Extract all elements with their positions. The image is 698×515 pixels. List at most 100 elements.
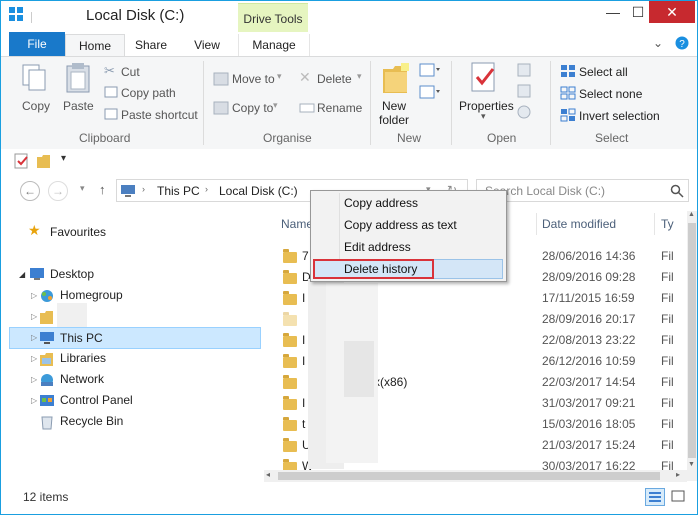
ribbon-tabs: File Home Share View Manage ⌄ ? bbox=[1, 32, 697, 57]
easy-access-icon[interactable] bbox=[419, 85, 441, 99]
this-pc-icon bbox=[40, 332, 54, 344]
paste-shortcut-button[interactable]: Paste shortcut bbox=[121, 108, 198, 122]
copy-to-button[interactable]: Copy to bbox=[232, 101, 273, 115]
tab-home[interactable]: Home bbox=[65, 34, 125, 57]
collapsed-arrow-icon[interactable]: ▷ bbox=[31, 333, 37, 342]
select-all-button[interactable]: Select all bbox=[579, 65, 628, 79]
history-icon[interactable] bbox=[517, 105, 535, 119]
new-folder-label-2[interactable]: folder bbox=[379, 113, 409, 127]
file-date: 28/09/2016 09:28 bbox=[542, 270, 636, 284]
collapsed-arrow-icon[interactable]: ▷ bbox=[31, 354, 37, 363]
move-to-button[interactable]: Move to bbox=[232, 72, 275, 86]
open-icon[interactable] bbox=[517, 63, 535, 77]
move-to-dropdown-icon[interactable]: ▾ bbox=[277, 71, 282, 82]
help-icon[interactable]: ? bbox=[675, 36, 689, 50]
maximize-button[interactable]: ☐ bbox=[627, 1, 649, 23]
column-header-date[interactable]: Date modified bbox=[542, 217, 616, 231]
nav-control-panel[interactable]: Control Panel bbox=[60, 390, 133, 410]
control-panel-icon bbox=[40, 395, 54, 406]
copy-to-dropdown-icon[interactable]: ▾ bbox=[273, 100, 278, 111]
breadcrumb-separator-icon[interactable]: › bbox=[142, 184, 145, 194]
minimize-button[interactable]: — bbox=[599, 1, 627, 23]
menu-item-copy-address[interactable]: Copy address bbox=[344, 193, 418, 213]
breadcrumb-this-pc[interactable]: This PC bbox=[157, 184, 200, 198]
horizontal-scroll-thumb[interactable] bbox=[278, 472, 660, 480]
tab-manage[interactable]: Manage bbox=[238, 34, 310, 56]
tab-file[interactable]: File bbox=[9, 32, 65, 56]
horizontal-scrollbar[interactable]: ◂ ▸ bbox=[264, 470, 687, 482]
details-view-button[interactable] bbox=[645, 488, 665, 506]
properties-small-icon[interactable] bbox=[14, 153, 30, 169]
svg-text:?: ? bbox=[679, 39, 685, 50]
column-header-type[interactable]: Ty bbox=[661, 217, 674, 231]
search-icon[interactable] bbox=[670, 184, 684, 198]
cut-button[interactable]: Cut bbox=[121, 65, 140, 79]
nav-favourites[interactable]: Favourites bbox=[50, 222, 106, 242]
new-item-icon[interactable] bbox=[419, 63, 441, 77]
file-name: x(x86) bbox=[374, 375, 408, 389]
file-date: 22/03/2017 14:54 bbox=[542, 375, 636, 389]
scroll-right-icon[interactable]: ▸ bbox=[676, 470, 680, 479]
collapsed-arrow-icon[interactable]: ▷ bbox=[31, 291, 37, 300]
nav-recycle-bin[interactable]: Recycle Bin bbox=[60, 411, 123, 431]
properties-dropdown-icon[interactable]: ▾ bbox=[481, 111, 486, 122]
chevron-down-icon[interactable]: ⌄ bbox=[653, 36, 663, 50]
large-icons-view-button[interactable] bbox=[669, 488, 689, 506]
properties-icon[interactable] bbox=[469, 61, 499, 95]
address-context-menu: Copy address Copy address as text Edit a… bbox=[310, 190, 507, 282]
vertical-scroll-thumb[interactable] bbox=[688, 223, 696, 458]
delete-button[interactable]: Delete bbox=[317, 72, 352, 86]
drive-tools-tab[interactable]: Drive Tools bbox=[238, 3, 308, 34]
breadcrumb-local-disk[interactable]: Local Disk (C:) bbox=[219, 184, 298, 198]
back-button[interactable]: ← bbox=[20, 181, 40, 201]
scroll-down-icon[interactable]: ▼ bbox=[688, 461, 695, 468]
copy-icon[interactable] bbox=[21, 63, 49, 93]
new-folder-icon[interactable] bbox=[381, 61, 411, 95]
properties-button[interactable]: Properties bbox=[459, 99, 514, 113]
rename-button[interactable]: Rename bbox=[317, 101, 362, 115]
breadcrumb-separator-icon[interactable]: › bbox=[205, 184, 208, 194]
nav-this-pc[interactable]: This PC bbox=[60, 328, 103, 348]
collapsed-arrow-icon[interactable]: ▷ bbox=[31, 312, 37, 321]
file-name: I bbox=[302, 333, 306, 347]
nav-desktop[interactable]: Desktop bbox=[50, 264, 94, 284]
paste-button[interactable]: Paste bbox=[63, 99, 94, 113]
recent-locations-icon[interactable]: ▾ bbox=[80, 183, 85, 194]
nav-homegroup[interactable]: Homegroup bbox=[60, 285, 123, 305]
expanded-arrow-icon[interactable]: ◢ bbox=[19, 270, 25, 279]
open-group-label: Open bbox=[487, 131, 517, 145]
nav-libraries[interactable]: Libraries bbox=[60, 348, 106, 368]
file-date: 28/06/2016 14:36 bbox=[542, 249, 636, 263]
nav-network[interactable]: Network bbox=[60, 369, 104, 389]
column-divider bbox=[536, 213, 537, 235]
menu-item-copy-address-as-text[interactable]: Copy address as text bbox=[344, 215, 457, 235]
collapsed-arrow-icon[interactable]: ▷ bbox=[31, 375, 37, 384]
close-button[interactable]: ✕ bbox=[649, 1, 695, 23]
up-arrow-icon[interactable]: ↑ bbox=[99, 182, 106, 197]
forward-button[interactable]: → bbox=[48, 181, 68, 201]
scroll-up-icon[interactable]: ▲ bbox=[688, 211, 695, 218]
file-type: Fil bbox=[661, 396, 674, 410]
invert-selection-button[interactable]: Invert selection bbox=[579, 109, 660, 123]
scroll-left-icon[interactable]: ◂ bbox=[266, 470, 270, 479]
tab-share[interactable]: Share bbox=[126, 34, 176, 56]
menu-item-edit-address[interactable]: Edit address bbox=[344, 237, 411, 257]
qat-dropdown-icon[interactable]: ▾ bbox=[61, 153, 66, 164]
collapsed-arrow-icon[interactable]: ▷ bbox=[31, 396, 37, 405]
file-type: Fil bbox=[661, 333, 674, 347]
new-folder-small-icon[interactable] bbox=[36, 153, 52, 169]
paste-icon[interactable] bbox=[65, 62, 91, 94]
edit-icon[interactable] bbox=[517, 84, 535, 98]
paste-shortcut-icon bbox=[104, 108, 118, 120]
vertical-scrollbar[interactable]: ▲ ▼ bbox=[687, 211, 697, 481]
column-header-name[interactable]: Name bbox=[281, 217, 313, 231]
delete-dropdown-icon[interactable]: ▾ bbox=[357, 71, 362, 82]
search-input[interactable]: Search Local Disk (C:) bbox=[476, 179, 689, 202]
copy-button[interactable]: Copy bbox=[22, 99, 50, 113]
tab-view[interactable]: View bbox=[181, 34, 233, 56]
select-none-button[interactable]: Select none bbox=[579, 87, 642, 101]
copy-path-button[interactable]: Copy path bbox=[121, 86, 176, 100]
file-name: t bbox=[302, 417, 306, 431]
clipboard-group-label: Clipboard bbox=[79, 131, 131, 145]
new-folder-label-1[interactable]: New bbox=[382, 99, 406, 113]
